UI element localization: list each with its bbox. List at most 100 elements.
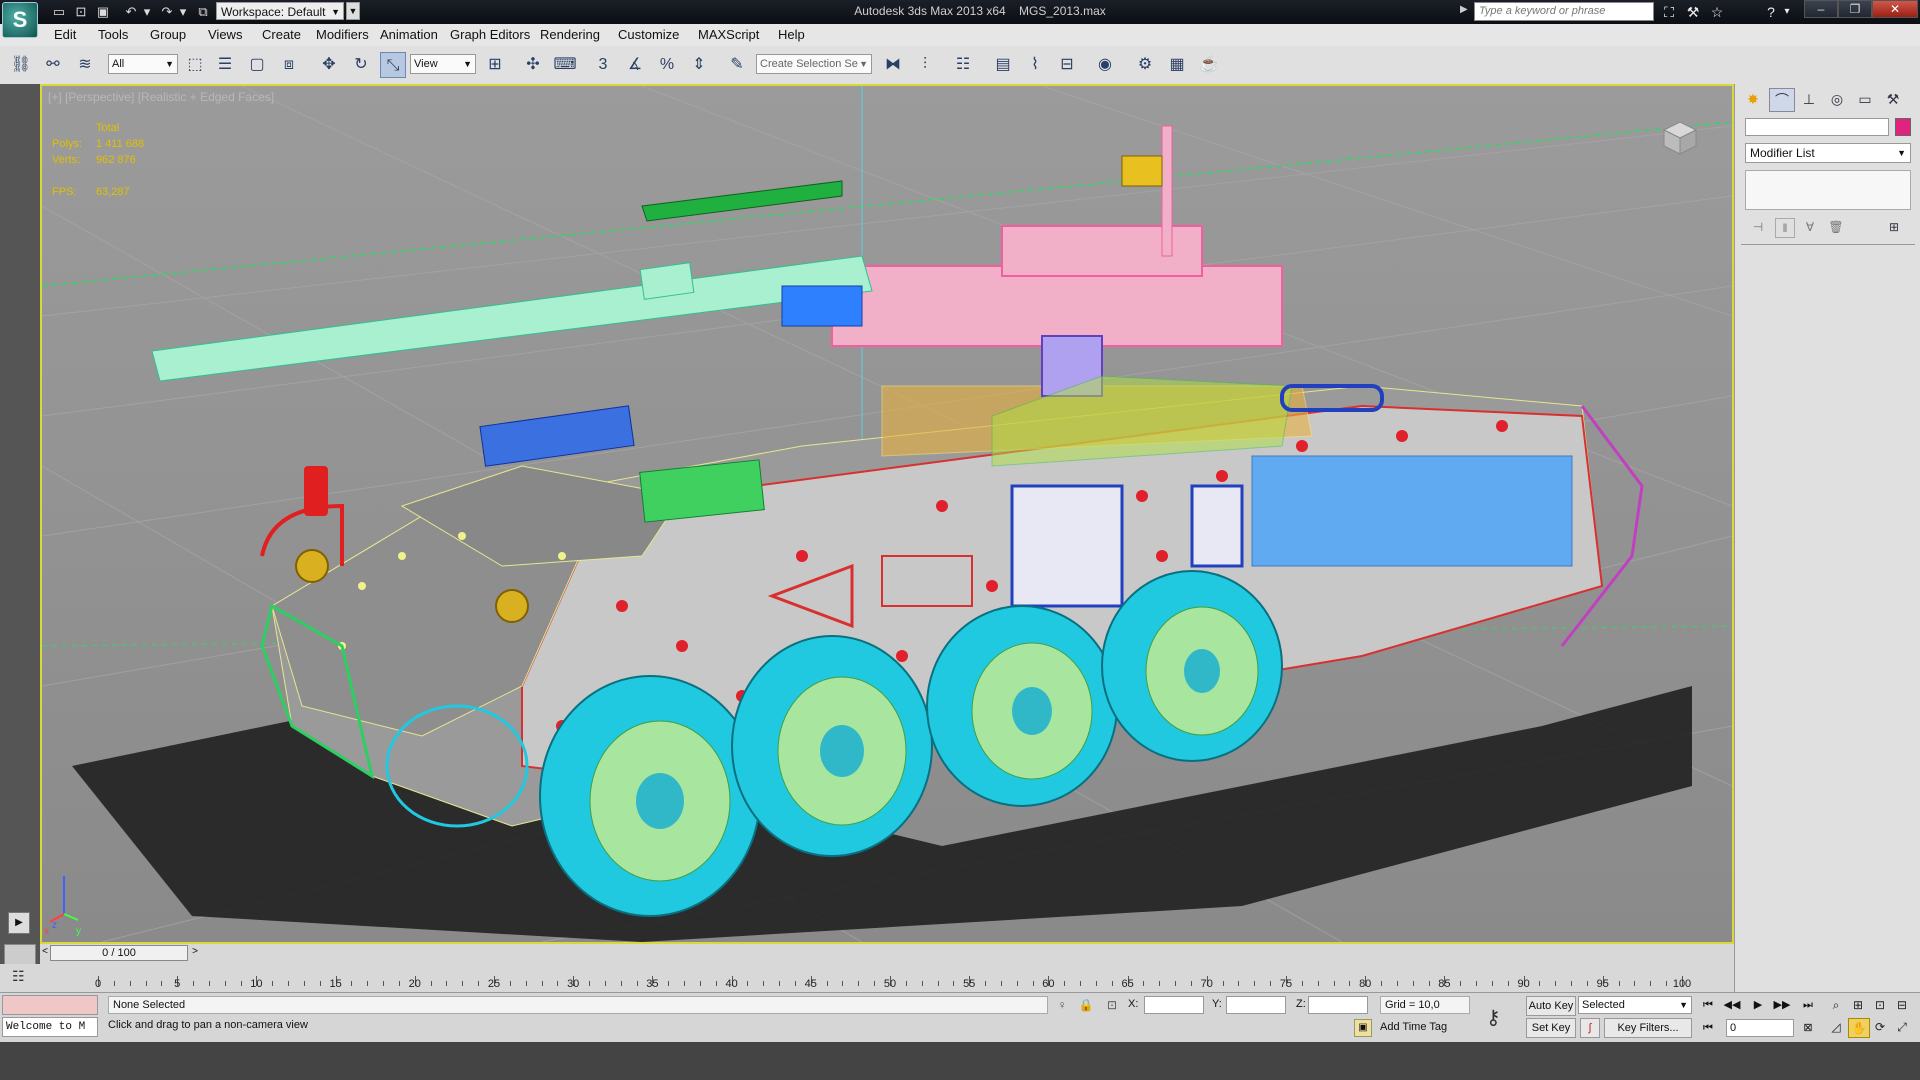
play-animation-icon[interactable]: ▶ [1748,996,1768,1014]
key-filters-button[interactable]: Key Filters... [1604,1018,1692,1038]
open-icon[interactable]: ⊡ [72,3,90,21]
curve-editor-icon[interactable]: ⌇ [1022,52,1048,78]
angle-snap-icon[interactable]: ∡ [622,52,648,78]
menu-edit[interactable]: Edit [54,27,76,42]
key-mode-toggle-icon[interactable]: ⏮ [1698,1019,1718,1037]
set-key-button[interactable]: Set Key [1526,1018,1576,1038]
workspace-dropdown[interactable]: Workspace: Default ▼ [216,2,344,20]
perspective-viewport[interactable]: [+] [Perspective] [Realistic + Edged Fac… [40,84,1734,944]
x-coord-field[interactable] [1144,996,1204,1014]
menu-customize[interactable]: Customize [618,27,679,42]
favorites-star-icon[interactable]: ☆ [1706,2,1728,22]
redo-dropdown-icon[interactable]: ▾ [174,3,192,21]
isolate-selection-icon[interactable]: ♀ [1054,997,1070,1013]
default-in-out-tangents-icon[interactable]: ∫ [1580,1018,1600,1038]
select-and-link-icon[interactable]: ⛓ [8,52,34,78]
time-tag-icon[interactable]: ▣ [1354,1019,1372,1037]
align-icon[interactable]: ⫶ [912,52,938,78]
time-configuration-icon[interactable]: ⊠ [1798,1019,1818,1037]
absolute-mode-icon[interactable]: ⊡ [1104,997,1120,1013]
zoom-icon[interactable]: ⌕ [1826,996,1846,1014]
menu-views[interactable]: Views [208,27,242,42]
pivot-center-icon[interactable]: ⊞ [482,52,508,78]
spinner-snap-icon[interactable]: ⇕ [686,52,712,78]
graphite-modeling-tools-icon[interactable]: ▤ [990,52,1016,78]
maximize-viewport-icon[interactable]: ⤢ [1892,1018,1912,1036]
keyboard-shortcut-override-icon[interactable]: ⌨ [552,52,578,78]
key-selection-dropdown[interactable]: Selected ▼ [1578,996,1692,1014]
search-expand-icon[interactable]: ▶ [1460,4,1468,15]
menu-rendering[interactable]: Rendering [540,27,600,42]
select-object-icon[interactable]: ⬚ [182,52,208,78]
make-unique-icon[interactable]: ∀ [1801,218,1819,236]
modifier-list-dropdown[interactable]: Modifier List ▼ [1745,143,1911,163]
select-by-name-icon[interactable]: ☰ [212,52,238,78]
unlink-icon[interactable]: ⚯ [40,52,66,78]
app-logo[interactable]: S [2,2,38,38]
search-input[interactable]: Type a keyword or phrase [1474,2,1654,21]
time-slider[interactable]: 0 / 100 [50,945,188,961]
select-and-manipulate-icon[interactable]: ✣ [520,52,546,78]
maxscript-listener-output[interactable]: Welcome to M [2,1017,98,1037]
hierarchy-tab-icon[interactable]: ⊥ [1797,88,1821,110]
motion-tab-icon[interactable]: ◎ [1825,88,1849,110]
display-tab-icon[interactable]: ▭ [1853,88,1877,110]
modifier-stack[interactable] [1745,170,1911,210]
zoom-extents-icon[interactable]: ⊡ [1870,996,1890,1014]
remove-modifier-icon[interactable]: 🗑 [1827,218,1845,236]
binoculars-icon[interactable]: ⛶ [1658,2,1680,22]
maxscript-listener-input[interactable] [2,995,98,1015]
menu-group[interactable]: Group [150,27,186,42]
schematic-view-icon[interactable]: ⊟ [1054,52,1080,78]
edit-named-selection-icon[interactable]: ✎ [724,52,750,78]
orbit-icon[interactable]: ⟳ [1870,1018,1890,1036]
help-icon[interactable]: ? [1760,2,1782,22]
zoom-extents-all-icon[interactable]: ⊟ [1892,996,1912,1014]
key-icon[interactable]: ⚷ [1486,1005,1501,1030]
menu-create[interactable]: Create [262,27,301,42]
selection-filter-dropdown[interactable]: All ▼ [108,54,178,74]
previous-frame-icon[interactable]: ◀◀ [1722,996,1742,1014]
new-file-icon[interactable]: ▭ [50,3,68,21]
time-slider-next-icon[interactable]: > [190,946,200,957]
project-folder-icon[interactable]: ⧉ [194,3,212,21]
reference-coordinate-dropdown[interactable]: View ▼ [410,54,476,74]
save-icon[interactable]: ▣ [94,3,112,21]
mirror-icon[interactable]: ⧓ [880,52,906,78]
configure-modifier-sets-icon[interactable]: ⊞ [1885,218,1903,236]
minimize-button[interactable]: – [1804,0,1838,18]
material-editor-icon[interactable]: ◉ [1092,52,1118,78]
go-to-start-icon[interactable]: ⏮ [1698,996,1718,1014]
y-coord-field[interactable] [1226,996,1286,1014]
rendered-frame-window-icon[interactable]: ▦ [1164,52,1190,78]
field-of-view-icon[interactable]: ◿ [1826,1018,1846,1036]
object-color-swatch[interactable] [1895,118,1911,136]
viewport-label[interactable]: [+] [Perspective] [Realistic + Edged Fac… [48,90,274,104]
help-dropdown-icon[interactable]: ▾ [1780,2,1794,22]
menu-animation[interactable]: Animation [380,27,438,42]
menu-graph-editors[interactable]: Graph Editors [450,27,530,42]
zoom-all-icon[interactable]: ⊞ [1848,996,1868,1014]
utilities-tab-icon[interactable]: ⚒ [1881,88,1905,110]
snaps-toggle-icon[interactable]: 3 [590,52,616,78]
rectangular-selection-icon[interactable]: ▢ [244,52,270,78]
track-bar[interactable]: 0 5 10 15 20 25 30 35 40 45 50 55 60 65 70 75 80 85 90 95 10… [40,964,1734,992]
pan-view-hand-icon[interactable]: ✋ [1848,1018,1870,1038]
time-slider-prev-icon[interactable]: < [40,946,50,957]
auto-key-button[interactable]: Auto Key [1526,996,1576,1016]
z-coord-field[interactable] [1308,996,1368,1014]
filmstrip-icon[interactable]: ☷ [12,968,25,985]
subscription-icon[interactable]: ⚒ [1682,2,1704,22]
pin-stack-icon[interactable]: ⊣ [1749,218,1767,236]
select-and-scale-icon[interactable]: ⤡ [380,52,406,78]
window-crossing-icon[interactable]: ⧈ [276,52,302,78]
render-production-icon[interactable]: ☕ [1196,52,1222,78]
select-and-move-icon[interactable]: ✥ [316,52,342,78]
select-and-rotate-icon[interactable]: ↻ [348,52,374,78]
menu-maxscript[interactable]: MAXScript [698,27,759,42]
go-to-end-icon[interactable]: ⏭ [1798,996,1818,1014]
add-time-tag-button[interactable]: Add Time Tag [1380,1021,1447,1033]
close-button[interactable]: ✕ [1872,0,1918,18]
bind-space-warp-icon[interactable]: ≋ [72,52,98,78]
menu-tools[interactable]: Tools [98,27,128,42]
